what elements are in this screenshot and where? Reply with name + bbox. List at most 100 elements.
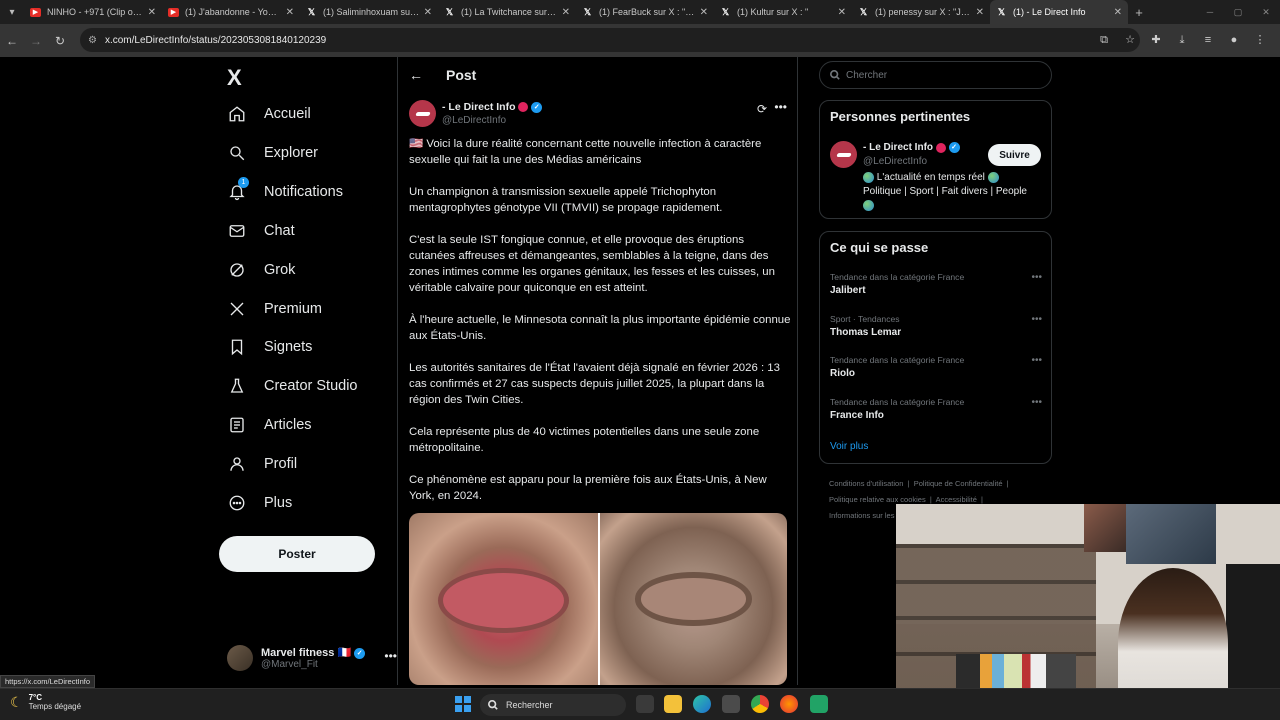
tab-search-menu-icon[interactable]: ▾ bbox=[0, 0, 24, 24]
trend-more-icon[interactable]: ••• bbox=[1031, 355, 1042, 366]
trend-more-icon[interactable]: ••• bbox=[1031, 272, 1042, 283]
downloads-icon[interactable]: ⤓ bbox=[1170, 28, 1194, 52]
close-tab-icon[interactable]: ✕ bbox=[700, 7, 708, 18]
taskbar-search-label: Rechercher bbox=[506, 700, 553, 710]
post-button[interactable]: Poster bbox=[219, 536, 375, 572]
weather-description: Temps dégagé bbox=[28, 702, 82, 711]
browser-tab[interactable]: 𝕏 (1) FearBuck sur X : "Larry ✕ bbox=[576, 0, 714, 24]
trend-topic: Jalibert bbox=[830, 285, 866, 296]
grok-icon[interactable]: ⟳ bbox=[757, 102, 767, 116]
edge-icon[interactable] bbox=[693, 695, 711, 713]
person-icon bbox=[226, 453, 248, 475]
close-tab-icon[interactable]: ✕ bbox=[1114, 7, 1122, 18]
close-tab-icon[interactable]: ✕ bbox=[562, 7, 570, 18]
info-link[interactable]: Informations sur les bbox=[829, 511, 894, 520]
relevant-handle[interactable]: @LeDirectInfo bbox=[863, 156, 927, 167]
close-tab-icon[interactable]: ✕ bbox=[424, 7, 432, 18]
forward-icon[interactable]: → bbox=[24, 34, 48, 48]
new-tab-button[interactable]: + bbox=[1128, 5, 1150, 20]
relevant-name[interactable]: - Le Direct Info bbox=[863, 142, 933, 153]
weather-widget[interactable]: ☾ 7°C Temps dégagé bbox=[10, 693, 81, 711]
more-icon[interactable]: ••• bbox=[384, 649, 397, 663]
store-icon[interactable] bbox=[722, 695, 740, 713]
browser-tab[interactable]: ▶ (1) J'abandonne - YouTub ✕ bbox=[162, 0, 300, 24]
browser-tab[interactable]: 𝕏 (1) - Le Direct Info ✕ bbox=[990, 0, 1128, 24]
nav-item-signets[interactable]: Signets bbox=[219, 328, 389, 366]
file-explorer-icon[interactable] bbox=[664, 695, 682, 713]
author-name[interactable]: - Le Direct Info bbox=[442, 101, 516, 113]
task-view-icon[interactable] bbox=[636, 695, 654, 713]
browser-tab[interactable]: 𝕏 (1) Kultur sur X : " ✕ bbox=[714, 0, 852, 24]
browser-tab[interactable]: 𝕏 (1) La Twitchance sur X : ✕ bbox=[438, 0, 576, 24]
install-app-icon[interactable]: ⧉ bbox=[1092, 28, 1116, 52]
trend-category: Sport · Tendances bbox=[830, 313, 900, 324]
author-avatar[interactable] bbox=[409, 100, 436, 127]
tab-title: (1) penessy sur X : "Je sui bbox=[875, 7, 972, 17]
trend-topic: Thomas Lemar bbox=[830, 326, 902, 338]
back-icon[interactable]: ← bbox=[0, 34, 24, 48]
trend-more-icon[interactable]: ••• bbox=[1031, 314, 1042, 325]
privacy-link[interactable]: Politique de Confidentialité bbox=[914, 479, 1003, 488]
follow-button[interactable]: Suivre bbox=[988, 144, 1041, 166]
author-name-row: - Le Direct Info ✓ bbox=[442, 101, 543, 113]
close-tab-icon[interactable]: ✕ bbox=[838, 7, 846, 18]
terms-link[interactable]: Conditions d'utilisation bbox=[829, 479, 903, 488]
browser-tab[interactable]: 𝕏 (1) Saliminhoxuam sur X : ✕ bbox=[300, 0, 438, 24]
nav-item-articles[interactable]: Articles bbox=[219, 406, 389, 444]
search-input[interactable] bbox=[846, 69, 1026, 81]
url-text[interactable]: x.com/LeDirectInfo/status/20230530818401… bbox=[105, 35, 326, 46]
trend-item[interactable]: Tendance dans la catégorie France France … bbox=[830, 397, 1042, 435]
chrome-icon[interactable] bbox=[751, 695, 769, 713]
relevant-people-card: Personnes pertinentes - Le Direct Info ✓… bbox=[819, 100, 1052, 219]
cookies-link[interactable]: Politique relative aux cookies bbox=[829, 495, 926, 504]
nav-item-accueil[interactable]: Accueil bbox=[219, 95, 389, 133]
minimize-icon[interactable]: ─ bbox=[1196, 0, 1224, 24]
nav-item-chat[interactable]: Chat bbox=[219, 212, 389, 250]
trend-item[interactable]: Sport · Tendances Thomas Lemar ••• bbox=[830, 314, 1042, 352]
close-tab-icon[interactable]: ✕ bbox=[976, 7, 984, 18]
back-arrow-icon[interactable]: ← bbox=[398, 67, 434, 83]
nav-item-grok[interactable]: Grok bbox=[219, 251, 389, 289]
nav-item-plus[interactable]: Plus bbox=[219, 484, 389, 522]
maximize-icon[interactable]: ▢ bbox=[1224, 0, 1252, 24]
browser-tab[interactable]: ▶ NINHO - +971 (Clip offici ✕ bbox=[24, 0, 162, 24]
browser-tab[interactable]: 𝕏 (1) penessy sur X : "Je sui ✕ bbox=[852, 0, 990, 24]
post-image[interactable] bbox=[409, 513, 787, 685]
nav-item-explorer[interactable]: Explorer bbox=[219, 134, 389, 172]
nav-item-creator-studio[interactable]: Creator Studio bbox=[219, 367, 389, 405]
nav-item-profil[interactable]: Profil bbox=[219, 445, 389, 483]
trend-item[interactable]: Tendance dans la catégorie France Jaliber… bbox=[830, 272, 1042, 310]
site-info-icon[interactable]: ⚙ bbox=[88, 35, 97, 46]
trend-item[interactable]: Tendance dans la catégorie France Riolo ••… bbox=[830, 355, 1042, 393]
search-icon bbox=[226, 142, 248, 164]
nav-item-premium[interactable]: Premium bbox=[219, 290, 389, 328]
author-handle[interactable]: @LeDirectInfo bbox=[442, 115, 506, 126]
reload-icon[interactable]: ↻ bbox=[48, 34, 72, 48]
taskbar-search[interactable]: Rechercher bbox=[480, 694, 626, 716]
nav-item-notifications[interactable]: 1 Notifications bbox=[219, 173, 389, 211]
app-icon[interactable] bbox=[810, 695, 828, 713]
accessibility-link[interactable]: Accessibilité bbox=[936, 495, 977, 504]
browser-menu-icon[interactable]: ⋮ bbox=[1248, 28, 1272, 52]
firefox-icon[interactable] bbox=[780, 695, 798, 713]
close-tab-icon[interactable]: ✕ bbox=[148, 7, 156, 18]
bookmark-star-icon[interactable]: ☆ bbox=[1118, 28, 1142, 52]
relevant-avatar[interactable] bbox=[830, 141, 857, 168]
x-logo[interactable]: X bbox=[227, 65, 242, 91]
see-more-link[interactable]: Voir plus bbox=[830, 441, 868, 452]
media-icon[interactable]: ≡ bbox=[1196, 28, 1220, 52]
url-field[interactable]: ⚙ x.com/LeDirectInfo/status/202305308184… bbox=[80, 28, 1140, 52]
trend-more-icon[interactable]: ••• bbox=[1031, 397, 1042, 408]
windows-start-icon[interactable] bbox=[455, 696, 471, 712]
extensions-icon[interactable]: ✚ bbox=[1144, 28, 1168, 52]
nav-label: Chat bbox=[264, 222, 295, 239]
close-tab-icon[interactable]: ✕ bbox=[286, 7, 294, 18]
post-more-icon[interactable]: ••• bbox=[774, 100, 787, 114]
close-window-icon[interactable]: ✕ bbox=[1252, 0, 1280, 24]
account-switcher[interactable]: Marvel fitness 🇫🇷 ✓ @Marvel_Fit ••• bbox=[227, 641, 397, 675]
profile-icon[interactable]: ● bbox=[1222, 28, 1246, 52]
post-header: ← Post bbox=[398, 57, 797, 93]
search-box[interactable] bbox=[819, 61, 1052, 89]
tab-title: (1) Saliminhoxuam sur X : bbox=[323, 7, 420, 17]
browser-tab-strip: ▾ ▶ NINHO - +971 (Clip offici ✕ ▶ (1) J'aban… bbox=[0, 0, 1280, 24]
